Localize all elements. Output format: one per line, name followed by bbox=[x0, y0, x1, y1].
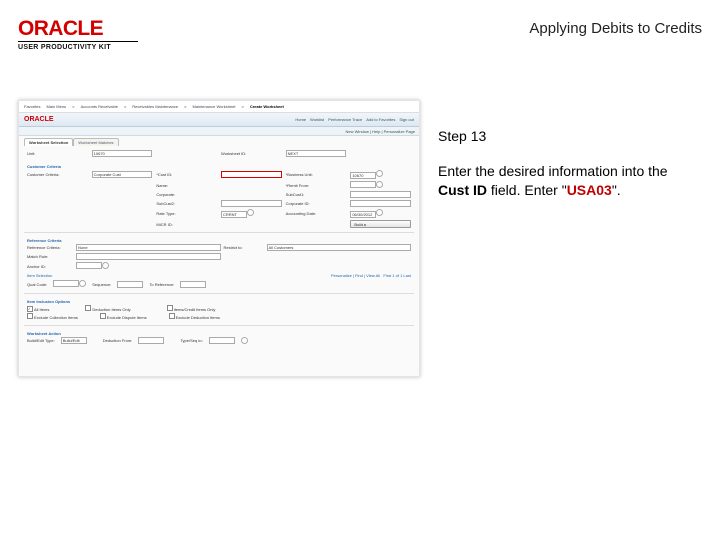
remit-field[interactable] bbox=[350, 181, 376, 188]
nav-link[interactable]: Home bbox=[295, 117, 306, 122]
restrict-label: Restrict to: bbox=[224, 245, 264, 250]
nav-link[interactable]: Performance Trace bbox=[328, 117, 362, 122]
custid-label: *Cust ID: bbox=[156, 172, 217, 177]
lookup-icon[interactable] bbox=[376, 181, 383, 188]
lookup-icon[interactable] bbox=[376, 170, 383, 177]
step-number: Step 13 bbox=[438, 128, 702, 144]
lookup-icon[interactable] bbox=[102, 262, 109, 269]
buildedit-field[interactable]: Build/Edit bbox=[61, 337, 87, 344]
nav-link[interactable]: Add to Favorites bbox=[366, 117, 395, 122]
cust-crit-select[interactable]: Corporate Cust bbox=[92, 171, 153, 178]
opt-all-items[interactable]: All Items bbox=[27, 306, 49, 312]
opt-ded-only[interactable]: Deduction Items Only bbox=[85, 305, 130, 312]
crumb[interactable]: Receivables Maintenance bbox=[132, 104, 178, 109]
micr-label: MICR ID: bbox=[156, 222, 217, 227]
grid-tools[interactable]: Personalize | Find | View All First 1 of… bbox=[331, 273, 411, 278]
anchor-label: Anchor ID: bbox=[27, 264, 73, 269]
crumb-current: Create Worksheet bbox=[250, 104, 284, 109]
opt-ex-collection[interactable]: Exclude Collection Items bbox=[27, 313, 78, 320]
match-field[interactable] bbox=[76, 253, 221, 260]
crumb[interactable]: Maintenance Worksheet bbox=[192, 104, 235, 109]
customer-criteria-heading: Customer Criteria bbox=[27, 164, 411, 169]
bu-label: *Business Unit: bbox=[286, 172, 347, 177]
crumb[interactable]: Main Menu bbox=[46, 104, 66, 109]
build-button[interactable]: Build ▸ bbox=[350, 220, 411, 228]
anchor-field[interactable] bbox=[76, 262, 102, 269]
subid-label: SubCust1: bbox=[286, 192, 347, 197]
typeseq-field[interactable] bbox=[209, 337, 235, 344]
calendar-icon[interactable] bbox=[376, 209, 383, 216]
cust-crit-label: Customer Criteria: bbox=[27, 172, 88, 177]
restrict-select[interactable]: All Customers bbox=[267, 244, 412, 251]
oracle-mini-logo: ORACLE bbox=[24, 116, 54, 123]
corpid-field[interactable] bbox=[350, 200, 411, 207]
subid-field[interactable] bbox=[350, 191, 411, 198]
item-selection-heading: Item Selection bbox=[27, 273, 52, 278]
wsid-value: NEXT bbox=[286, 150, 347, 157]
reference-criteria-heading: Reference Criteria bbox=[27, 238, 411, 243]
subid2-label: SubCust2: bbox=[156, 201, 217, 206]
tab-worksheet-matches[interactable]: Worksheet Matches bbox=[73, 138, 118, 146]
toref-field[interactable] bbox=[180, 281, 206, 288]
opt-items-credit[interactable]: Items/Credit Items Only bbox=[167, 305, 216, 312]
dedfrom-field[interactable] bbox=[138, 337, 164, 344]
ratetype-label: Rate Type: bbox=[156, 211, 217, 216]
item-inclusion-heading: Item Inclusion Options bbox=[27, 299, 411, 304]
subheader-links[interactable]: New Window | Help | Personalize Page bbox=[19, 127, 419, 136]
custid-field[interactable] bbox=[221, 171, 282, 178]
name-label: Name: bbox=[156, 183, 217, 188]
ratetype-field[interactable]: CRRNT bbox=[221, 211, 247, 218]
corp-label: Corporate: bbox=[156, 192, 217, 197]
instruction-text: Enter the desired information into the C… bbox=[438, 162, 702, 200]
logo-subtitle: USER PRODUCTIVITY KIT bbox=[18, 41, 138, 51]
worksheet-action-heading: Worksheet Action bbox=[27, 331, 411, 336]
breadcrumb: Favorites Main Menu> Accounts Receivable… bbox=[19, 101, 419, 113]
corpid-label: Corporate ID: bbox=[286, 201, 347, 206]
buildedit-label: Build/Edit Type: bbox=[27, 338, 55, 343]
seq-label: Sequence: bbox=[92, 282, 111, 287]
lookup-icon[interactable] bbox=[79, 280, 86, 287]
opt-ex-deduction[interactable]: Exclude Deduction Items bbox=[169, 313, 220, 320]
refcrit-label: Reference Criteria: bbox=[27, 245, 73, 250]
acctdate-field[interactable]: 06/30/2012 bbox=[350, 211, 376, 218]
wsid-label: Worksheet ID: bbox=[221, 151, 282, 156]
crumb[interactable]: Accounts Receivable bbox=[81, 104, 118, 109]
seq-field[interactable] bbox=[117, 281, 143, 288]
nav-link[interactable]: Worklist bbox=[310, 117, 324, 122]
crumb[interactable]: Favorites bbox=[24, 104, 40, 109]
typeseq-label: Type/Seq to: bbox=[180, 338, 202, 343]
tab-worksheet-selection[interactable]: Worksheet Selection bbox=[24, 138, 73, 146]
nav-link[interactable]: Sign out bbox=[399, 117, 414, 122]
instruction-panel: Step 13 Enter the desired information in… bbox=[438, 100, 702, 377]
qual-field[interactable] bbox=[53, 280, 79, 287]
acctdate-label: Accounting Date: bbox=[286, 211, 347, 216]
app-screenshot: Favorites Main Menu> Accounts Receivable… bbox=[18, 100, 420, 377]
qual-label: Qual Code: bbox=[27, 282, 47, 287]
app-header-bar: ORACLE Home Worklist Performance Trace A… bbox=[19, 113, 419, 127]
subid2-field[interactable] bbox=[221, 200, 282, 207]
refcrit-select[interactable]: None bbox=[76, 244, 221, 251]
lookup-icon[interactable] bbox=[247, 209, 254, 216]
lookup-icon[interactable] bbox=[241, 337, 248, 344]
bu-field[interactable]: 10670 bbox=[350, 172, 376, 179]
page-title: Applying Debits to Credits bbox=[529, 20, 702, 37]
oracle-logo: ORACLE bbox=[18, 18, 138, 39]
toref-label: To Reference: bbox=[149, 282, 174, 287]
brand-logo: ORACLE USER PRODUCTIVITY KIT bbox=[18, 18, 138, 51]
match-label: Match Rule: bbox=[27, 254, 73, 259]
dedfrom-label: Deduction From: bbox=[103, 338, 133, 343]
unit-value: 10670 bbox=[92, 150, 153, 157]
unit-label: Unit: bbox=[27, 151, 88, 156]
opt-ex-dispute[interactable]: Exclude Dispute Items bbox=[100, 313, 147, 320]
remit-label: *Remit From: bbox=[286, 183, 347, 188]
